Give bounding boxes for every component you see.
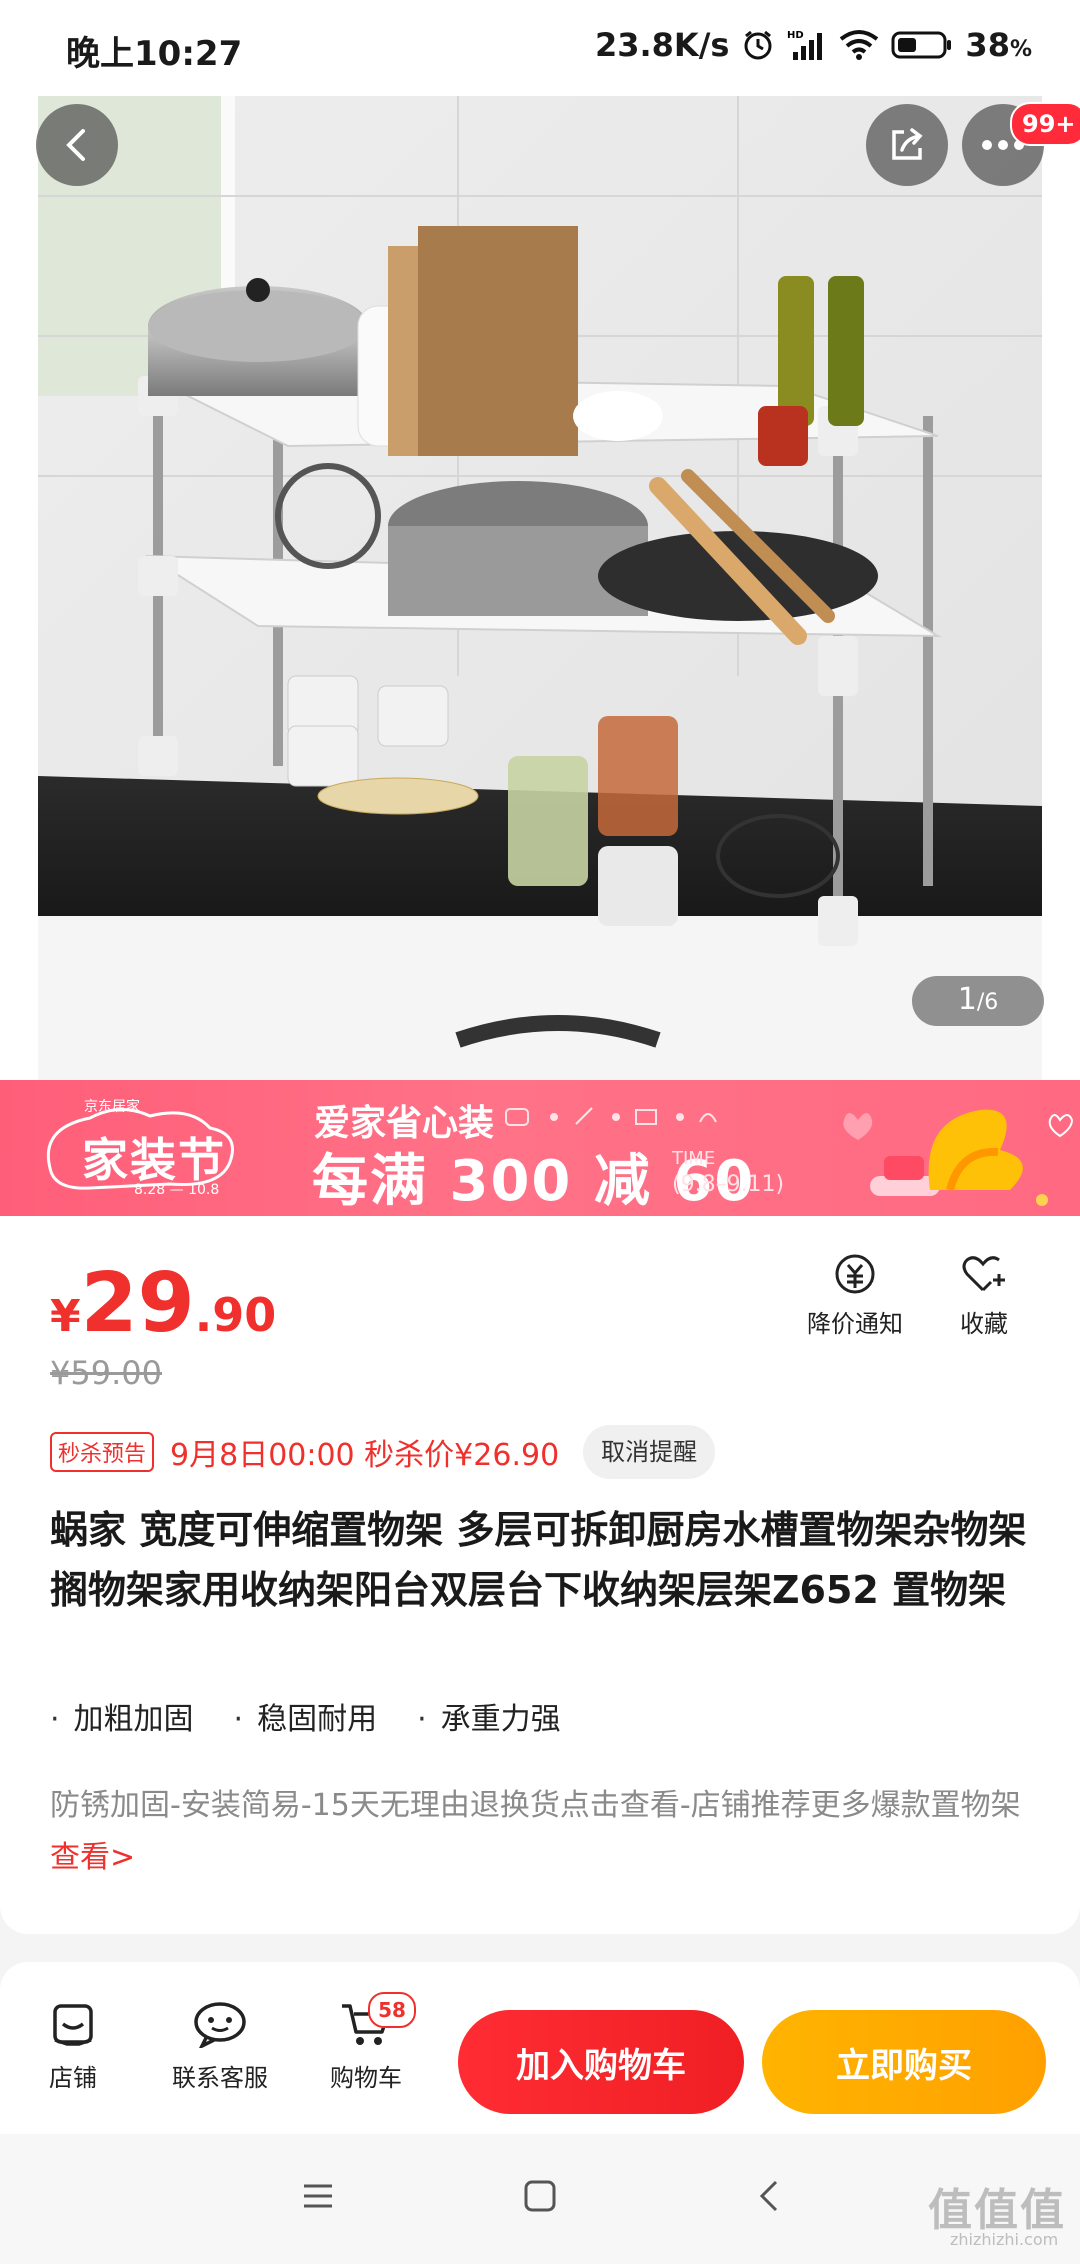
promo-banner[interactable]: 京东居家 家装节 8.28 — 10.8 爱家省心装 每满 300 减 60 T… <box>0 1080 1080 1216</box>
feature-item: 稳固耐用 <box>234 1694 377 1738</box>
back-icon <box>66 129 85 161</box>
chat-service-icon <box>194 2002 246 2048</box>
hd-signal-icon: HD <box>787 28 827 62</box>
product-title: 蜗家 宽度可伸缩置物架 多层可拆卸厨房水槽置物架杂物架搁物架家用收纳架阳台双层台… <box>50 1508 1027 1612</box>
banner-dates: 8.28 — 10.8 <box>134 1182 220 1198</box>
bottom-action-bar: 店铺 联系客服 购物车 58 加入购物车 立即购买 <box>0 1962 1080 2134</box>
banner-festival: 家装节 <box>82 1133 226 1187</box>
banner-time-label: TIME <box>672 1148 716 1169</box>
product-gallery[interactable]: 99+ 1/6 <box>0 76 1080 1080</box>
status-time: 晚上10:27 <box>66 34 243 74</box>
flash-sale-preview: 秒杀预告 9月8日00:00 秒杀价¥26.90 取消提醒 <box>50 1424 716 1480</box>
status-indicators: 23.8K/s HD 38% <box>595 26 1032 64</box>
cancel-reminder-button[interactable]: 取消提醒 <box>583 1425 716 1479</box>
cart-count-badge: 58 <box>368 1992 416 2028</box>
heart-plus-icon <box>962 1256 1005 1292</box>
svg-text:HD: HD <box>787 30 804 41</box>
back-button[interactable] <box>36 104 118 186</box>
battery-icon <box>891 29 953 61</box>
buy-now-button[interactable]: 立即购买 <box>762 2010 1046 2114</box>
alarm-icon <box>741 28 775 62</box>
banner-time-range: (9.8–9.11) <box>672 1172 785 1197</box>
wifi-icon <box>839 29 879 61</box>
message-count-badge: 99+ <box>1010 102 1080 146</box>
battery-level: 38% <box>965 26 1032 64</box>
home-icon[interactable] <box>522 2178 558 2214</box>
feature-list: 加粗加固 稳固耐用 承重力强 <box>50 1694 561 1738</box>
share-button[interactable] <box>866 104 948 186</box>
add-to-cart-button[interactable]: 加入购物车 <box>458 2010 744 2114</box>
shop-button[interactable]: 店铺 <box>38 2000 108 2093</box>
favorite-button[interactable]: 收藏 <box>934 1252 1034 1339</box>
original-price: ¥59.00 <box>50 1354 162 1392</box>
menu-icon[interactable] <box>300 2178 336 2214</box>
flash-sale-tag: 秒杀预告 <box>50 1432 155 1472</box>
feature-item: 承重力强 <box>417 1694 561 1738</box>
shop-icon <box>53 2004 93 2046</box>
product-description: 防锈加固-安装简易-15天无理由退换货点击查看-店铺推荐更多爆款置物架 查看> <box>50 1788 1021 1875</box>
flash-sale-text: 9月8日00:00 秒杀价¥26.90 <box>170 1438 560 1473</box>
view-more-link[interactable]: 查看> <box>50 1840 135 1875</box>
customer-service-button[interactable]: 联系客服 <box>164 2000 276 2093</box>
network-speed: 23.8K/s <box>594 26 730 64</box>
system-navigation-bar: 值值值 zhizhizhi.com <box>0 2134 1080 2264</box>
armchair-illustration <box>843 1109 1074 1206</box>
banner-brand: 京东居家 <box>84 1099 140 1115</box>
banner-decor-icons <box>478 1107 717 1126</box>
gallery-page-indicator: 1/6 <box>912 976 1044 1026</box>
feature-item: 加粗加固 <box>50 1694 194 1738</box>
watermark-url: zhizhizhi.com <box>950 2230 1059 2249</box>
cart-button[interactable]: 购物车 58 <box>318 1992 416 2093</box>
back-nav-icon[interactable] <box>752 2178 788 2214</box>
status-bar: 晚上10:27 23.8K/s HD 38% <box>0 0 1080 96</box>
price-alert-icon <box>835 1254 875 1294</box>
current-price: ¥29.90 <box>50 1256 277 1351</box>
watermark: 值值值 <box>928 2185 1066 2236</box>
share-icon <box>892 128 923 160</box>
product-photo <box>38 76 1042 1080</box>
product-info-card: ¥29.90 ¥59.00 降价通知 收藏 秒杀预告 9月8日00:00 秒杀价… <box>0 1216 1080 1934</box>
price-drop-notify-button[interactable]: 降价通知 <box>800 1252 910 1339</box>
